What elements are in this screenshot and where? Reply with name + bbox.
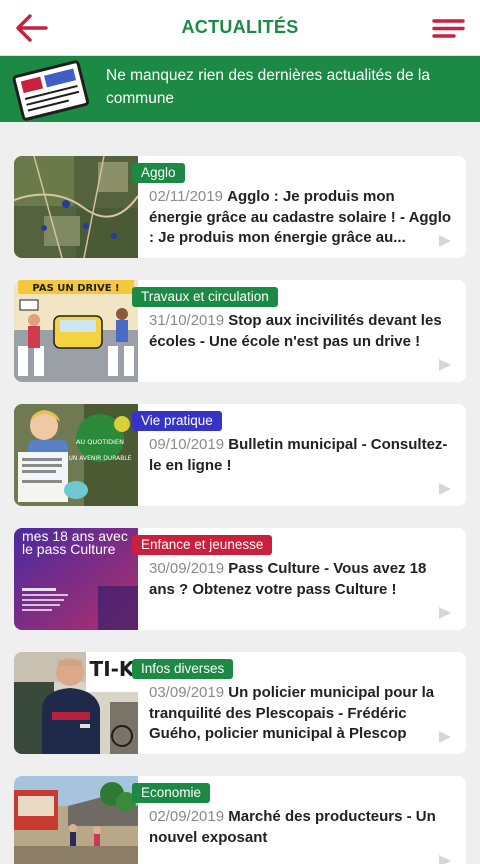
- play-arrow-icon: [439, 731, 451, 743]
- police-sign-text: TI-K: [90, 657, 136, 681]
- news-date: 02/09/2019: [149, 808, 225, 825]
- category-badge: Infos diverses: [132, 659, 234, 679]
- bulletin-cover-image: AU QUOTIDIEN UN AVENIR DURABLE: [14, 404, 138, 506]
- news-thumbnail: AU QUOTIDIEN UN AVENIR DURABLE: [14, 404, 138, 506]
- news-date: 09/10/2019: [149, 436, 225, 453]
- police-officer-photo: TI-K: [14, 652, 138, 754]
- menu-icon: [432, 19, 465, 38]
- banner-text: Ne manquez rien des dernières actualités…: [106, 67, 430, 107]
- play-arrow-icon: [439, 235, 451, 247]
- bulletin-text-1: AU QUOTIDIEN: [76, 438, 124, 446]
- aerial-map-image: [14, 156, 138, 258]
- news-card[interactable]: mes 18 ans avec le pass Culture Enfance …: [14, 528, 466, 630]
- play-arrow-icon: [439, 359, 451, 371]
- news-banner: Ne manquez rien des dernières actualités…: [0, 56, 480, 122]
- news-headline: 03/09/2019 Un policier municipal pour la…: [149, 683, 452, 745]
- category-badge: Enfance et jeunesse: [132, 535, 273, 555]
- news-headline: 30/09/2019 Pass Culture - Vous avez 18 a…: [149, 559, 452, 600]
- news-card[interactable]: Economie 02/09/2019 Marché des producteu…: [14, 776, 466, 864]
- pass-culture-text: mes 18 ans avec le pass Culture: [22, 530, 128, 557]
- newspaper-icon: [12, 60, 90, 121]
- drive-sign-text: PAS UN DRIVE !: [32, 283, 119, 294]
- news-headline: 02/09/2019 Marché des producteurs - Un n…: [149, 807, 452, 848]
- news-card[interactable]: PAS UN DRIVE ! Travaux et circulation 31…: [14, 280, 466, 382]
- bulletin-text-2: UN AVENIR DURABLE: [68, 455, 131, 462]
- pass-culture-image: mes 18 ans avec le pass Culture: [14, 528, 138, 630]
- news-thumbnail: [14, 156, 138, 258]
- news-card[interactable]: AU QUOTIDIEN UN AVENIR DURABLE Vie prati…: [14, 404, 466, 506]
- news-headline: 02/11/2019 Agglo : Je produis mon énergi…: [149, 187, 452, 249]
- news-thumbnail: [14, 776, 138, 864]
- category-badge: Travaux et circulation: [132, 287, 278, 307]
- news-headline: 09/10/2019 Bulletin municipal - Consulte…: [149, 435, 452, 476]
- category-badge: Vie pratique: [132, 411, 222, 431]
- news-date: 02/11/2019: [149, 188, 223, 205]
- play-arrow-icon: [439, 483, 451, 495]
- news-card[interactable]: TI-K Infos diverses 03/09/2019 Un polici…: [14, 652, 466, 754]
- news-thumbnail: PAS UN DRIVE !: [14, 280, 138, 382]
- category-badge: Economie: [132, 783, 211, 803]
- news-thumbnail: TI-K: [14, 652, 138, 754]
- top-bar: ACTUALITÉS: [0, 0, 480, 56]
- news-date: 30/09/2019: [149, 560, 225, 577]
- news-thumbnail: mes 18 ans avec le pass Culture: [14, 528, 138, 630]
- news-headline: 31/10/2019 Stop aux incivilités devant l…: [149, 311, 452, 352]
- news-date: 31/10/2019: [149, 312, 225, 329]
- play-arrow-icon: [439, 607, 451, 619]
- news-card[interactable]: Agglo 02/11/2019 Agglo : Je produis mon …: [14, 156, 466, 258]
- page-title: ACTUALITÉS: [181, 17, 299, 37]
- market-photo: [14, 776, 138, 864]
- play-arrow-icon: [439, 855, 451, 864]
- menu-button[interactable]: [432, 14, 466, 44]
- category-badge: Agglo: [132, 163, 185, 183]
- news-date: 03/09/2019: [149, 684, 225, 701]
- news-list: Agglo 02/11/2019 Agglo : Je produis mon …: [14, 156, 466, 864]
- school-drive-illustration: PAS UN DRIVE !: [14, 280, 138, 382]
